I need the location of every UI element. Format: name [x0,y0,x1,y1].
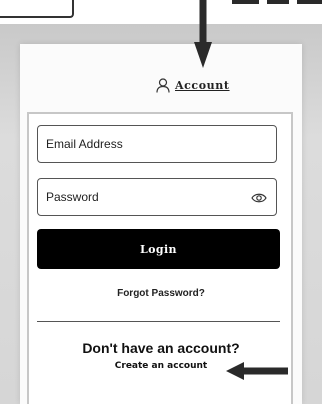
login-button[interactable]: Login [37,229,280,269]
top-right-dashes [232,0,322,6]
divider [37,321,280,322]
no-account-text: Don't have an account? [82,340,240,356]
arrow-down-icon [194,0,212,68]
account-label: Account [175,79,230,92]
eye-icon[interactable] [251,192,267,204]
password-field[interactable] [37,178,277,216]
top-strip [0,0,322,24]
account-link[interactable]: Account [156,78,230,93]
email-field[interactable] [37,125,277,163]
top-left-box [0,0,74,18]
forgot-password-link[interactable]: Forgot Password? [0,288,322,299]
arrow-left-icon [226,362,288,380]
user-icon [156,78,170,93]
